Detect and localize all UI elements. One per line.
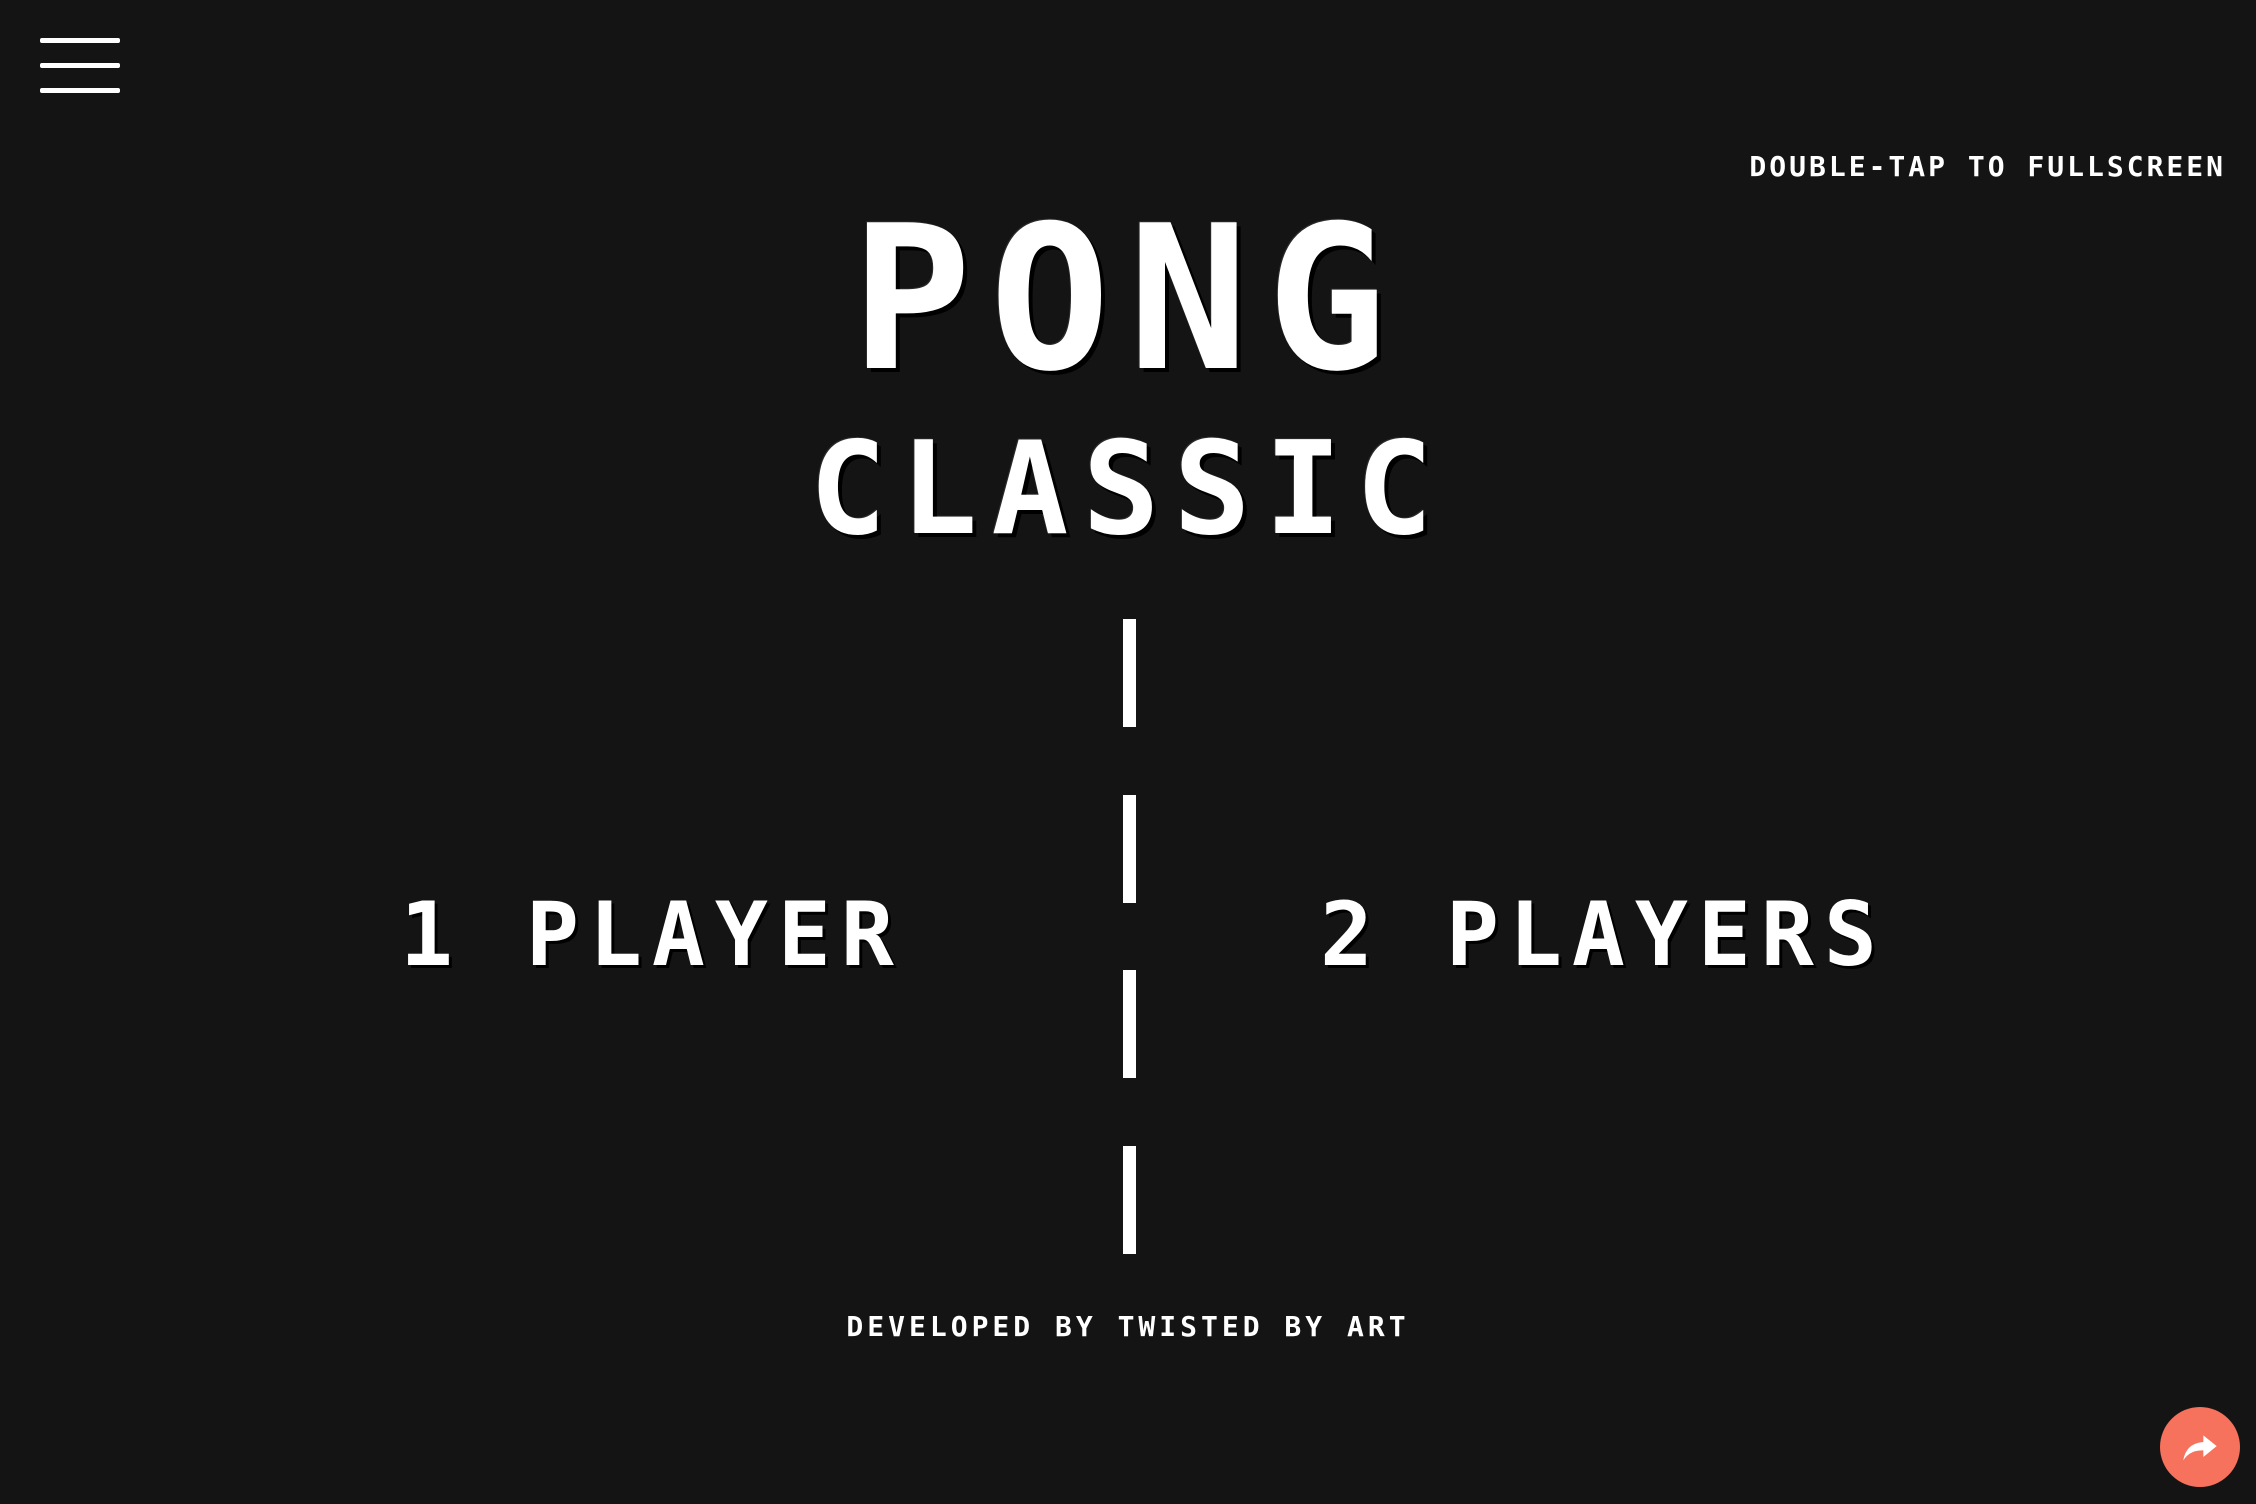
center-net-dash bbox=[1123, 970, 1136, 1078]
share-arrow-icon bbox=[2183, 1435, 2217, 1461]
game-title: Pong bbox=[851, 183, 1405, 416]
center-net-dash bbox=[1123, 1146, 1136, 1254]
center-net-dash bbox=[1123, 795, 1136, 903]
developer-credit: Developed by Twisted by Art bbox=[846, 1310, 1410, 1343]
hamburger-menu-icon-bar bbox=[40, 88, 120, 93]
game-stage[interactable]: Double-tap to fullscreen Pong Classic 1 … bbox=[0, 0, 2256, 1504]
one-player-button[interactable]: 1 Player bbox=[400, 880, 900, 990]
share-button[interactable] bbox=[2160, 1407, 2240, 1487]
menu-button[interactable] bbox=[40, 38, 120, 94]
center-net-dash bbox=[1123, 619, 1136, 727]
hamburger-menu-icon bbox=[40, 38, 120, 43]
two-players-button[interactable]: 2 Players bbox=[1320, 880, 1880, 990]
fullscreen-hint: Double-tap to fullscreen bbox=[1749, 150, 2226, 183]
game-subtitle: Classic bbox=[809, 415, 1447, 564]
hamburger-menu-icon-bar bbox=[40, 63, 120, 68]
